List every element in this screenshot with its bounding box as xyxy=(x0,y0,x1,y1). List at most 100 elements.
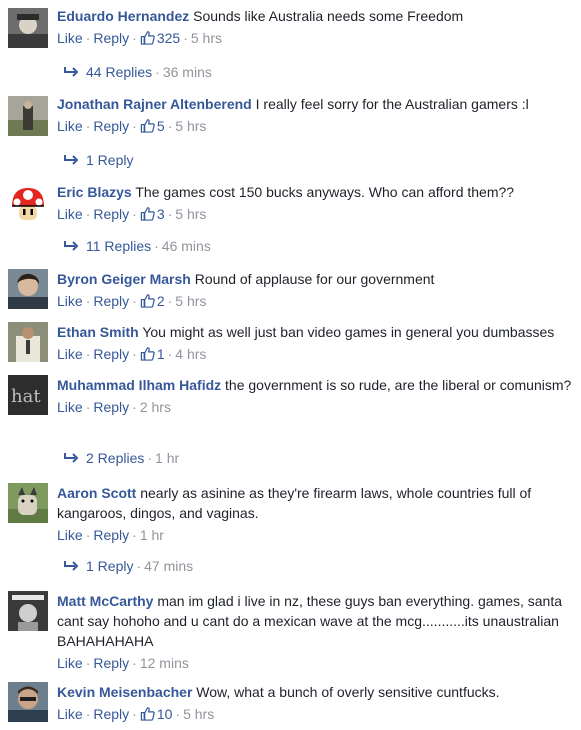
like-link[interactable]: Like xyxy=(57,30,83,46)
comment-text: Round of applause for our government xyxy=(194,271,435,287)
replies-timestamp: 36 mins xyxy=(162,64,212,80)
reply-link[interactable]: Reply xyxy=(93,706,129,722)
replies-row[interactable]: 1 Reply xyxy=(63,150,133,170)
commenter-name[interactable]: Ethan Smith xyxy=(57,324,139,340)
separator: · xyxy=(167,293,173,309)
avatar[interactable] xyxy=(8,591,48,631)
avatar[interactable] xyxy=(8,184,48,224)
reply-link[interactable]: Reply xyxy=(93,118,129,134)
separator: · xyxy=(85,30,91,46)
avatar[interactable] xyxy=(8,322,48,362)
avatar[interactable] xyxy=(8,483,48,523)
avatar[interactable] xyxy=(8,682,48,722)
view-replies-link[interactable]: 1 Reply xyxy=(86,558,133,574)
separator: · xyxy=(183,30,188,46)
timestamp[interactable]: 5 hrs xyxy=(191,30,222,46)
thumbs-up-icon xyxy=(140,31,155,45)
commenter-name[interactable]: Kevin Meisenbacher xyxy=(57,684,192,700)
commenter-name[interactable]: Muhammad Ilham Hafidz xyxy=(57,377,221,393)
reply-link[interactable]: Reply xyxy=(93,527,129,543)
reply-link[interactable]: Reply xyxy=(93,30,129,46)
commenter-name[interactable]: Eduardo Hernandez xyxy=(57,8,189,24)
separator: · xyxy=(167,206,173,222)
thumbs-up-icon xyxy=(140,707,155,721)
thumbs-up-icon xyxy=(140,347,155,361)
avatar[interactable]: hat xyxy=(8,375,48,415)
separator: · xyxy=(132,655,137,671)
separator: · xyxy=(132,30,137,46)
timestamp[interactable]: 4 hrs xyxy=(175,346,206,362)
comment-actions: Like · Reply · 3 · 5 hrs xyxy=(57,204,579,224)
reply-link[interactable]: Reply xyxy=(93,293,129,309)
like-link[interactable]: Like xyxy=(57,293,83,309)
like-count[interactable]: 3 xyxy=(140,206,165,222)
timestamp[interactable]: 2 hrs xyxy=(140,399,171,415)
avatar[interactable] xyxy=(8,8,48,48)
like-link[interactable]: Like xyxy=(57,346,83,362)
separator: · xyxy=(132,706,137,722)
like-link[interactable]: Like xyxy=(57,655,83,671)
separator: · xyxy=(154,238,159,254)
timestamp[interactable]: 5 hrs xyxy=(183,706,214,722)
separator: · xyxy=(132,346,137,362)
separator: · xyxy=(85,655,91,671)
comment-text: You might as well just ban video games i… xyxy=(142,324,555,340)
separator: · xyxy=(136,558,142,574)
reply-link[interactable]: Reply xyxy=(93,399,129,415)
thumbs-up-icon xyxy=(140,119,155,133)
separator: · xyxy=(85,293,91,309)
reply-link[interactable]: Reply xyxy=(93,346,129,362)
avatar[interactable] xyxy=(8,96,48,136)
commenter-name[interactable]: Matt McCarthy xyxy=(57,593,153,609)
reply-arrow-icon xyxy=(64,561,79,571)
separator: · xyxy=(132,118,137,134)
comment-actions: Like · Reply · 1 hr xyxy=(57,525,579,545)
like-count[interactable]: 2 xyxy=(140,293,165,309)
separator: · xyxy=(167,346,173,362)
reply-arrow-icon xyxy=(64,453,79,463)
like-link[interactable]: Like xyxy=(57,399,83,415)
replies-row[interactable]: 2 Replies · 1 hr xyxy=(63,448,179,468)
separator: · xyxy=(132,293,137,309)
like-count[interactable]: 325 xyxy=(140,30,180,46)
comment-actions: Like · Reply · 2 · 5 hrs xyxy=(57,291,579,311)
view-replies-link[interactable]: 44 Replies xyxy=(86,64,152,80)
commenter-name[interactable]: Eric Blazys xyxy=(57,184,132,200)
commenter-name[interactable]: Jonathan Rajner Altenberend xyxy=(57,96,252,112)
avatar[interactable] xyxy=(8,269,48,309)
like-link[interactable]: Like xyxy=(57,118,83,134)
replies-timestamp: 47 mins xyxy=(144,558,194,574)
separator: · xyxy=(132,527,137,543)
view-replies-link[interactable]: 11 Replies xyxy=(86,238,151,254)
separator: · xyxy=(132,399,137,415)
like-count[interactable]: 1 xyxy=(140,346,165,362)
like-count[interactable]: 10 xyxy=(140,706,172,722)
reply-arrow-icon xyxy=(64,241,79,251)
timestamp[interactable]: 1 hr xyxy=(140,527,164,543)
comment-text: I really feel sorry for the Australian g… xyxy=(255,96,529,112)
reply-link[interactable]: Reply xyxy=(93,206,129,222)
reply-link[interactable]: Reply xyxy=(93,655,129,671)
view-replies-link[interactable]: 1 Reply xyxy=(86,152,133,168)
commenter-name[interactable]: Aaron Scott xyxy=(57,485,136,501)
like-link[interactable]: Like xyxy=(57,706,83,722)
separator: · xyxy=(147,450,153,466)
view-replies-link[interactable]: 2 Replies xyxy=(86,450,144,466)
timestamp[interactable]: 5 hrs xyxy=(175,118,206,134)
svg-text:hat: hat xyxy=(11,386,41,407)
replies-row[interactable]: 11 Replies · 46 mins xyxy=(63,236,211,256)
timestamp[interactable]: 5 hrs xyxy=(175,206,206,222)
like-link[interactable]: Like xyxy=(57,527,83,543)
comment-text: Wow, what a bunch of overly sensitive cu… xyxy=(196,684,500,700)
thumbs-up-icon xyxy=(140,207,155,221)
timestamp[interactable]: 12 mins xyxy=(140,655,189,671)
like-count[interactable]: 5 xyxy=(140,118,165,134)
replies-row[interactable]: 1 Reply · 47 mins xyxy=(63,556,193,576)
commenter-name[interactable]: Byron Geiger Marsh xyxy=(57,271,191,287)
like-link[interactable]: Like xyxy=(57,206,83,222)
replies-row[interactable]: 44 Replies · 36 mins xyxy=(63,62,212,82)
reply-arrow-icon xyxy=(64,67,79,77)
comment-actions: Like · Reply · 2 hrs xyxy=(57,397,579,417)
timestamp[interactable]: 5 hrs xyxy=(175,293,206,309)
separator: · xyxy=(85,346,91,362)
